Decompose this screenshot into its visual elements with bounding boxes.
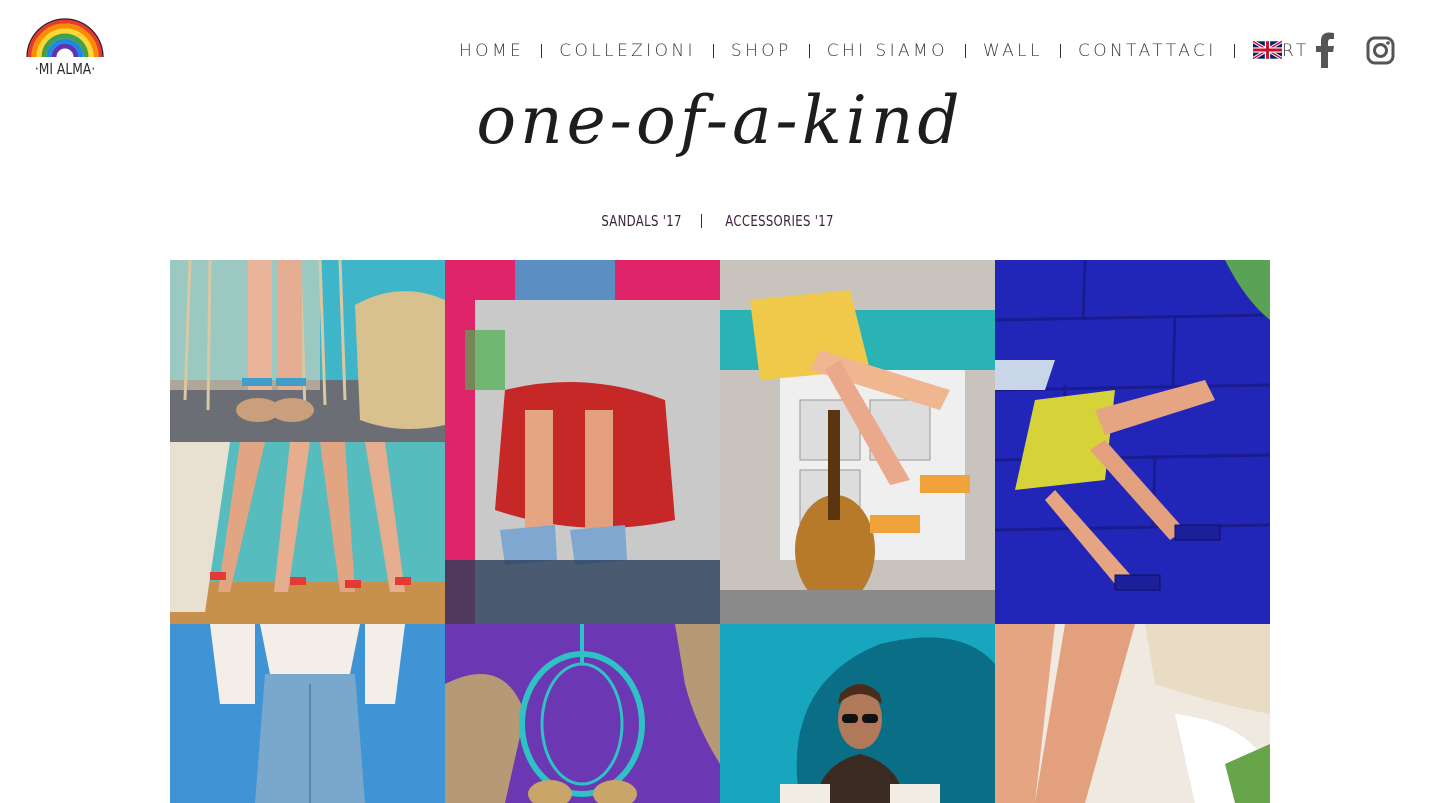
nav-divider [712, 44, 714, 58]
rainbow-icon [26, 18, 104, 58]
sandals-blue-wall-photo[interactable] [995, 260, 1270, 624]
nav-divider [1233, 44, 1235, 58]
brand-logo[interactable]: ·MI ALMA· [26, 17, 104, 83]
nav-divider [541, 44, 543, 58]
legs-teal-wall-photo[interactable] [170, 442, 445, 624]
instagram-icon[interactable] [1366, 36, 1395, 65]
filter-sandals-17[interactable]: SANDALS '17 [602, 212, 682, 230]
denim-skirt-photo[interactable] [170, 624, 445, 803]
sandals-red-dress-photo[interactable] [445, 260, 720, 624]
nav-wall[interactable]: WALL [983, 41, 1043, 61]
nav-chi-siamo[interactable]: CHI SIAMO [827, 41, 948, 61]
collection-filter-nav: SANDALS '17 ACCESSORIES '17 [0, 212, 1440, 230]
page-title: one-of-a-kind [476, 82, 964, 159]
nav-contattaci[interactable]: CONTATTACI [1078, 41, 1217, 61]
nav-divider [808, 44, 810, 58]
sandals-basket-photo[interactable] [170, 260, 445, 442]
photo-gallery [170, 260, 1270, 803]
filter-accessories-17[interactable]: ACCESSORIES '17 [726, 212, 835, 230]
sunglasses-teal-wall-photo[interactable] [720, 624, 995, 803]
brand-name: ·MI ALMA· [34, 60, 96, 78]
facebook-icon[interactable] [1312, 32, 1336, 68]
filter-divider [701, 214, 703, 228]
nav-home[interactable]: HOME [459, 41, 524, 61]
nav-divider [1059, 44, 1061, 58]
nav-divider [964, 44, 966, 58]
main-nav: HOME COLLEZIONI SHOP CHI SIAMO WALL CONT… [459, 38, 1310, 64]
legs-cream-skirt-photo[interactable] [995, 624, 1270, 803]
birdcage-purple-wall-photo[interactable] [445, 624, 720, 803]
sandals-guitar-photo[interactable] [720, 260, 995, 624]
uk-flag-icon[interactable] [1252, 39, 1283, 61]
nav-collezioni[interactable]: COLLEZIONI [559, 41, 696, 61]
nav-shop[interactable]: SHOP [731, 41, 792, 61]
